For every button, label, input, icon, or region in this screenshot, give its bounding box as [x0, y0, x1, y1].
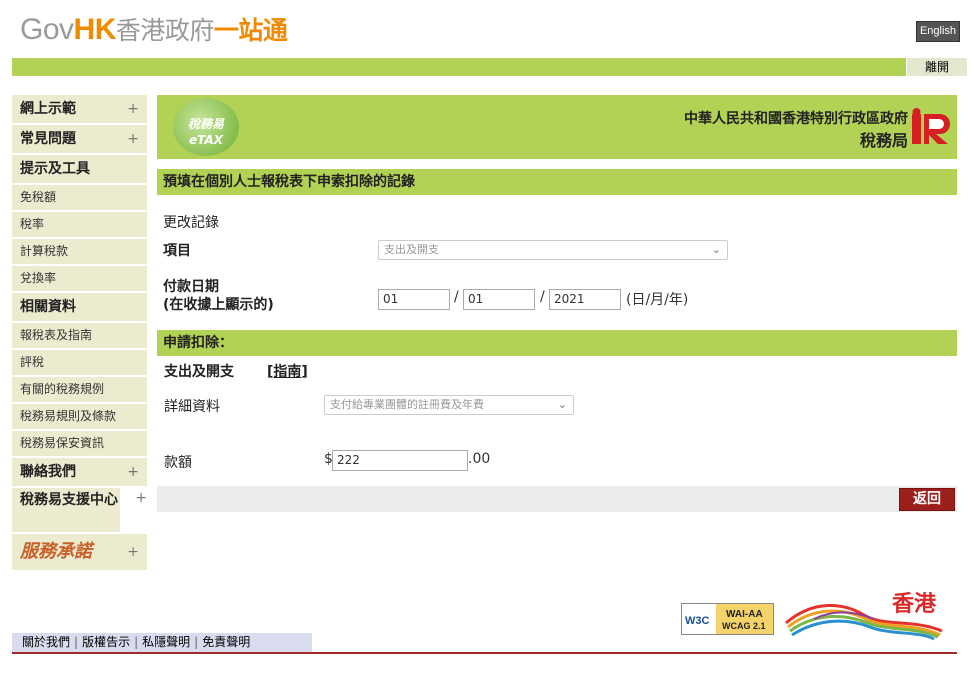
sidebar-item-exchange-rates[interactable]: 兌換率	[12, 266, 147, 293]
expand-icon: +	[127, 464, 139, 480]
detail-select[interactable]: 支付給專業團體的註冊費及年費 ⌄	[324, 395, 574, 415]
footer-divider	[12, 652, 957, 654]
brand-hk-text: 香港	[892, 592, 937, 617]
action-bar	[157, 486, 957, 512]
footer-separator: |	[74, 635, 79, 649]
sidebar-heading-label: 提示及工具	[20, 161, 90, 177]
etax-en-text: eTAX	[189, 133, 223, 147]
expand-icon: +	[127, 544, 139, 560]
footer-link-privacy[interactable]: 私隱聲明	[142, 635, 190, 649]
date-format-hint: (日/月/年)	[626, 292, 689, 308]
sidebar-heading-tools: 提示及工具	[12, 155, 147, 185]
wcag-text: WCAG 2.1	[722, 621, 766, 631]
date-year-input[interactable]: 2021	[549, 289, 621, 310]
footer-links: 關於我們 | 版權告示 | 私隱聲明 | 免責聲明	[12, 633, 312, 653]
amount-input[interactable]: 222	[332, 450, 468, 471]
back-button[interactable]: 返回	[899, 488, 955, 511]
brand-hong-kong-logo: 香港	[785, 592, 943, 641]
date-separator: /	[540, 289, 545, 305]
footer-link-about[interactable]: 關於我們	[22, 635, 70, 649]
govhk-logo[interactable]: GovHK香港政府一站通	[20, 12, 288, 49]
sidebar-item-tax-rules[interactable]: 有關的稅務規例	[12, 377, 147, 404]
department-name: 稅務局	[859, 131, 908, 150]
chevron-down-icon: ⌄	[557, 398, 567, 411]
detail-select-value: 支付給專業團體的註冊費及年費	[330, 398, 484, 411]
sidebar-item-label: 常見問題	[20, 131, 76, 147]
etax-logo: 稅務易 eTAX	[173, 98, 239, 156]
logo-gov-text: Gov	[20, 13, 74, 46]
chevron-down-icon: ⌄	[711, 243, 721, 256]
sidebar-item-security[interactable]: 稅務易保安資訊	[12, 431, 147, 458]
sidebar-item-returns-guides[interactable]: 報稅表及指南	[12, 323, 147, 350]
sidebar-item-terms[interactable]: 稅務易規則及條款	[12, 404, 147, 431]
w3c-text: W3C	[685, 615, 710, 627]
sidebar-item-pledge[interactable]: 服務承諾 +	[12, 534, 147, 572]
government-name: 中華人民共和國香港特別行政區政府	[684, 111, 908, 127]
payment-date-label: 付款日期 (在收據上顯示的)	[163, 278, 274, 314]
payment-date-label-line1: 付款日期	[163, 279, 219, 295]
sidebar-nav: 網上示範 + 常見問題 + 提示及工具 免稅額 稅率 計算稅款 兌換率 相關資料 報…	[12, 95, 147, 572]
sidebar-item-tax-calculator[interactable]: 計算稅款	[12, 239, 147, 266]
payment-date-label-line2: (在收據上顯示的)	[163, 297, 274, 313]
sidebar-item-tax-rates[interactable]: 稅率	[12, 212, 147, 239]
wai-aa-text: WAI-AA	[726, 609, 763, 620]
expenses-section-title: 支出及開支	[164, 364, 234, 380]
expand-icon: +	[135, 490, 147, 506]
sidebar-item-allowances[interactable]: 免稅額	[12, 185, 147, 212]
sidebar-heading-label: 相關資料	[20, 299, 76, 315]
footer-link-copyright[interactable]: 版權告示	[82, 635, 130, 649]
sidebar-item-online-demo[interactable]: 網上示範 +	[12, 95, 147, 125]
item-select[interactable]: 支出及開支 ⌄	[378, 240, 728, 260]
guide-link[interactable]: 指南	[273, 364, 301, 380]
footer-separator: |	[134, 635, 139, 649]
edit-record-label: 更改記錄	[163, 215, 219, 231]
sidebar-heading-related: 相關資料	[12, 293, 147, 323]
item-select-value: 支出及開支	[384, 243, 439, 256]
sidebar-item-label: 服務承諾	[20, 541, 92, 562]
claim-deduction-heading: 申請扣除：	[157, 330, 957, 356]
logout-button[interactable]: 離開	[906, 58, 967, 76]
form-title: 預填在個別人士報稅表下申索扣除的記錄	[157, 169, 957, 195]
item-label: 項目	[163, 243, 191, 259]
footer-separator: |	[194, 635, 199, 649]
sidebar-item-assessment[interactable]: 評稅	[12, 350, 147, 377]
guide-link-wrapper: [指南]	[267, 361, 308, 381]
w3c-wai-aa-badge[interactable]: W3C WAI-AA WCAG 2.1	[681, 603, 774, 635]
expand-icon: +	[127, 131, 139, 147]
sidebar-item-support-centre[interactable]: 稅務易支援中心 +	[12, 488, 147, 534]
amount-label: 款額	[164, 455, 192, 471]
logo-hk-text: HK	[73, 13, 117, 46]
etax-cn-text: 稅務易	[187, 117, 224, 131]
sidebar-item-label: 稅務易支援中心	[20, 492, 118, 508]
detail-label: 詳細資料	[164, 399, 220, 415]
ird-logo-icon	[912, 108, 950, 144]
footer-link-disclaimer[interactable]: 免責聲明	[202, 635, 250, 649]
top-green-bar	[12, 58, 967, 76]
sidebar-item-label: 聯絡我們	[20, 464, 76, 480]
expand-icon: +	[127, 101, 139, 117]
logo-one-stop-text: 一站通	[213, 16, 288, 45]
english-language-button[interactable]: English	[916, 21, 960, 42]
logo-cn-text: 香港政府	[115, 16, 215, 45]
sidebar-item-label: 網上示範	[20, 101, 76, 117]
date-separator: /	[454, 289, 459, 305]
guide-bracket-close: ]	[301, 364, 308, 380]
amount-cents: .00	[468, 451, 491, 467]
date-day-input[interactable]: 01	[378, 289, 450, 310]
date-month-input[interactable]: 01	[463, 289, 535, 310]
sidebar-item-faq[interactable]: 常見問題 +	[12, 125, 147, 155]
sidebar-item-contact[interactable]: 聯絡我們 +	[12, 458, 147, 488]
